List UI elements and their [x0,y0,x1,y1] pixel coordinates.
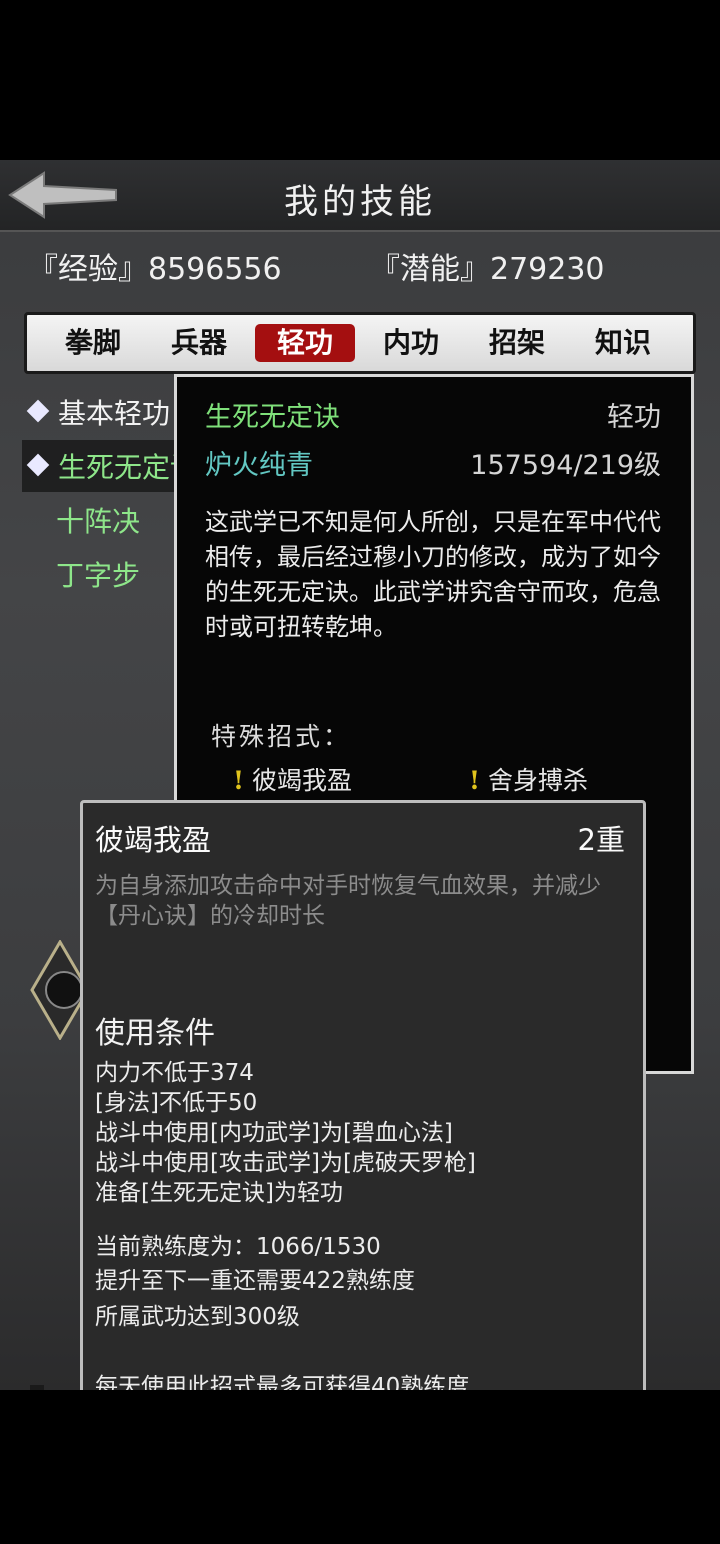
skill-item[interactable]: 十阵决 [22,494,182,546]
tooltip-description: 为自身添加攻击命中对手时恢复气血效果，并减少【丹心诀】的冷却时长 [95,873,601,929]
tab-weapon[interactable]: 兵器 [149,324,249,362]
tooltip-move-rank: 2重 [577,823,625,857]
top-spacer [0,0,720,160]
detail-description: 这武学已不知是何人所创，只是在军中代代相传，最后经过穆小刀的修改，成为了如今的生… [205,508,661,641]
bottom-spacer [0,1390,720,1544]
move-tooltip: 彼竭我盈 2重 为自身添加攻击命中对手时恢复气血效果，并减少【丹心诀】的冷却时长… [80,800,646,1406]
potential-stat: 『潜能』279230 [370,252,605,287]
diamond-icon [26,399,50,423]
tab-fist[interactable]: 拳脚 [43,324,143,362]
progress-line: 所属武功达到300级 [95,1304,300,1330]
condition-line: 战斗中使用[攻击武学]为[虎破天罗枪] [95,1150,476,1176]
tooltip-move-name: 彼竭我盈 [95,823,212,857]
exclamation-icon: ! [233,766,244,795]
tab-knowledge[interactable]: 知识 [573,324,673,362]
detail-skill-name: 生死无定诀 [205,402,340,433]
skill-item[interactable]: 基本轻功 [22,386,182,438]
exclamation-icon: ! [469,766,480,795]
condition-line: 内力不低于374 [95,1060,254,1086]
skill-name: 十阵决 [56,505,141,538]
exp-stat: 『经验』8596556 [28,252,282,287]
tab-lightness[interactable]: 轻功 [255,324,355,362]
condition-line: 战斗中使用[内功武学]为[碧血心法] [95,1120,453,1146]
category-tabs: 拳脚 兵器 轻功 内功 招架 知识 [24,312,696,374]
diamond-icon [26,453,50,477]
special-move-name: 舍身搏杀 [487,766,588,795]
skill-item-selected[interactable]: 生死无定诀 [22,440,198,492]
special-move-item[interactable]: ! 彼竭我盈 [233,761,352,797]
special-move-item[interactable]: ! 舍身搏杀 [469,761,588,797]
progress-line: 提升至下一重还需要422熟练度 [95,1268,415,1294]
progress-line: 当前熟练度为：1066/1530 [95,1234,381,1260]
detail-level: 157594/219级 [470,450,661,481]
tab-parry[interactable]: 招架 [467,324,567,362]
special-move-name: 彼竭我盈 [251,766,352,795]
special-moves-label: 特殊招式： [211,722,352,751]
detail-level-name: 炉火纯青 [205,450,313,481]
tab-inner[interactable]: 内功 [361,324,461,362]
page-title: 我的技能 [284,182,436,222]
skill-name: 丁字步 [56,559,141,592]
detail-skill-type: 轻功 [607,402,661,433]
condition-line: [身法]不低于50 [95,1090,258,1116]
conditions-title: 使用条件 [95,1016,215,1051]
condition-line: 准备[生死无定诀]为轻功 [95,1180,343,1206]
skill-item[interactable]: 丁字步 [22,548,182,600]
header-bar: 我的技能 [0,160,720,232]
skill-name: 基本轻功 [58,397,171,430]
